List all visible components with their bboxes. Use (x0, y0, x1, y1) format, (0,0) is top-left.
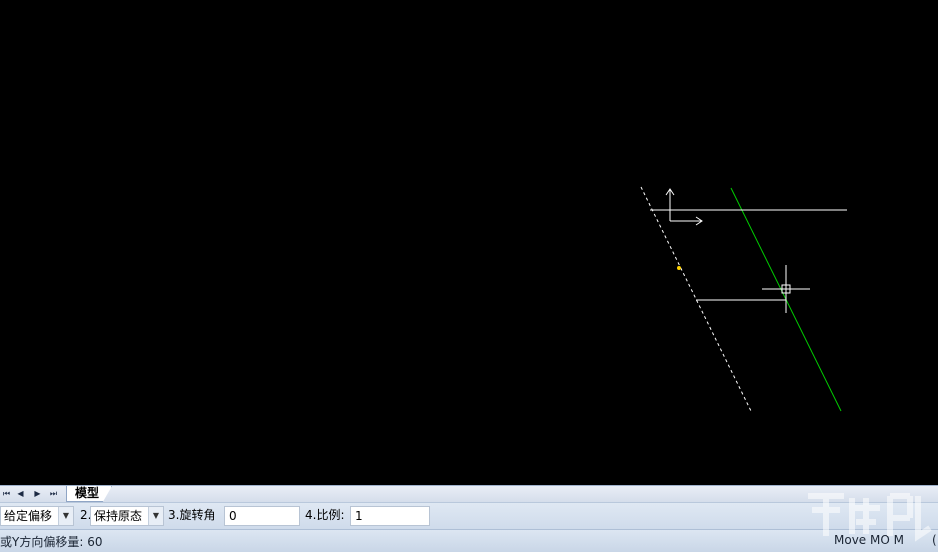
status-bar: 或Y方向偏移量: 60 Move MO M ( (0, 529, 938, 552)
grip-point[interactable] (677, 266, 681, 270)
rotate-angle-input[interactable]: 0 (224, 506, 300, 526)
ucs-axis-icon (665, 188, 703, 226)
drawing-svg[interactable] (0, 0, 938, 485)
offset-mode-dropdown[interactable]: 给定偏移 ▼ (0, 506, 74, 526)
current-command-text: Move MO M (834, 533, 904, 547)
drawing-canvas[interactable] (0, 0, 938, 485)
keep-state-dropdown[interactable]: 保持原态 ▼ (90, 506, 164, 526)
next-tab-button[interactable]: ▶ (31, 488, 44, 500)
first-tab-button[interactable]: ⏮ (0, 488, 13, 500)
command-prompt-text: 或Y方向偏移量: 60 (0, 535, 103, 549)
tab-model[interactable]: 模型 (66, 486, 112, 502)
offset-mode-value: 给定偏移 (4, 509, 53, 523)
scale-input[interactable]: 1 (350, 506, 430, 526)
crosshair-cursor (762, 265, 810, 313)
layout-tab-bar: ⏮ ◀ ▶ ⏭ 模型 (0, 485, 938, 502)
chevron-down-icon: ▼ (58, 507, 73, 525)
scale-label: 4.比例: (305, 508, 345, 522)
command-options-bar: 给定偏移 ▼ 2. 保持原态 ▼ 3.旋转角 0 4.比例: 1 (0, 502, 938, 529)
status-extra-text: ( (932, 533, 937, 547)
rotate-angle-label: 3.旋转角 (168, 508, 216, 522)
keep-state-value: 保持原态 (94, 509, 143, 523)
last-tab-button[interactable]: ⏭ (47, 488, 60, 500)
chevron-down-icon: ▼ (148, 507, 163, 525)
prev-tab-button[interactable]: ◀ (14, 488, 27, 500)
